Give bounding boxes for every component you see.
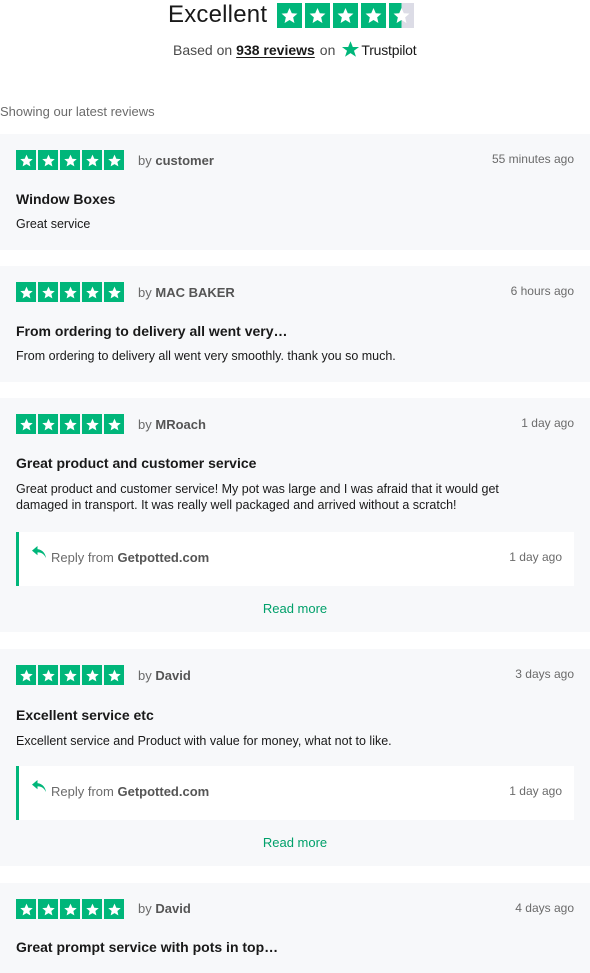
by-prefix: by	[138, 285, 152, 300]
star-icon	[16, 665, 36, 685]
trustpilot-logo[interactable]: Trustpilot	[341, 40, 417, 59]
review-text: Great service	[16, 217, 91, 231]
star-icon	[16, 899, 36, 919]
reply-company: Getpotted.com	[117, 550, 210, 565]
rating-summary: Excellent	[168, 1, 415, 28]
overall-star-rating	[277, 2, 415, 28]
reply-company: Getpotted.com	[117, 784, 210, 799]
review-card: by customer 55 minutes ago Window Boxes …	[0, 134, 590, 250]
trustpilot-summary: Excellent Based on 938 reviews on Trustp…	[0, 0, 590, 70]
star-icon	[38, 414, 58, 434]
review-text: From ordering to delivery all went very …	[16, 349, 396, 363]
star-icon	[16, 282, 36, 302]
star-icon	[60, 282, 80, 302]
review-count-link[interactable]: 938 reviews	[236, 42, 315, 58]
review-time: 4 days ago	[515, 901, 574, 915]
review-star-rating	[16, 282, 124, 302]
star-icon	[60, 899, 80, 919]
review-card: by MRoach 1 day ago Great product and cu…	[0, 398, 590, 632]
by-prefix: by	[138, 417, 152, 432]
rating-word: Excellent	[168, 1, 268, 28]
by-prefix: by	[138, 153, 152, 168]
star-icon	[38, 282, 58, 302]
review-card: by David 3 days ago Excellent service et…	[0, 649, 590, 866]
star-icon	[104, 665, 124, 685]
reply-time: 1 day ago	[509, 784, 562, 798]
star-icon	[38, 899, 58, 919]
by-prefix: by	[138, 901, 152, 916]
star-icon	[16, 150, 36, 170]
star-icon	[38, 665, 58, 685]
author-name: MAC BAKER	[155, 285, 235, 300]
trustpilot-star-icon	[342, 41, 360, 57]
author-name: David	[155, 668, 191, 683]
star-icon	[333, 2, 359, 28]
review-title[interactable]: Great prompt service with pots in top…	[16, 939, 278, 955]
half-star-icon	[389, 2, 415, 28]
star-icon	[104, 282, 124, 302]
reply-from-label: Reply from Getpotted.com	[51, 784, 209, 799]
reply-time: 1 day ago	[509, 550, 562, 564]
company-reply[interactable]: Reply from Getpotted.com 1 day ago	[16, 766, 574, 820]
star-icon	[104, 150, 124, 170]
based-on-prefix: Based on	[173, 41, 233, 58]
reply-prefix: Reply from	[51, 784, 114, 799]
author-name: David	[155, 901, 191, 916]
star-icon	[16, 414, 36, 434]
author-name: customer	[155, 153, 214, 168]
star-icon	[82, 899, 102, 919]
review-author: by David	[138, 668, 191, 683]
review-author: by MAC BAKER	[138, 285, 235, 300]
review-text: Great product and customer service! My p…	[16, 482, 499, 512]
star-icon	[60, 414, 80, 434]
review-text: Excellent service and Product with value…	[16, 734, 392, 748]
review-title[interactable]: From ordering to delivery all went very…	[16, 323, 288, 339]
review-time: 1 day ago	[521, 416, 574, 430]
star-icon	[82, 665, 102, 685]
star-icon	[277, 2, 303, 28]
review-author: by MRoach	[138, 417, 206, 432]
star-icon	[361, 2, 387, 28]
review-time: 3 days ago	[515, 667, 574, 681]
company-reply[interactable]: Reply from Getpotted.com 1 day ago	[16, 532, 574, 586]
on-word: on	[319, 41, 336, 58]
star-icon	[38, 150, 58, 170]
review-time: 6 hours ago	[510, 284, 574, 298]
author-name: MRoach	[155, 417, 206, 432]
read-more-link[interactable]: Read more	[0, 601, 590, 616]
star-icon	[305, 2, 331, 28]
review-time: 55 minutes ago	[491, 152, 574, 166]
review-star-rating	[16, 665, 124, 685]
review-star-rating	[16, 899, 124, 919]
star-icon	[82, 150, 102, 170]
review-author: by David	[138, 901, 191, 916]
reply-arrow-icon	[32, 546, 46, 558]
review-title[interactable]: Excellent service etc	[16, 707, 154, 723]
star-icon	[82, 282, 102, 302]
review-title[interactable]: Window Boxes	[16, 191, 115, 207]
review-star-rating	[16, 150, 124, 170]
review-title[interactable]: Great product and customer service	[16, 455, 256, 471]
trustpilot-brand-name: Trustpilot	[361, 41, 417, 58]
review-card: by MAC BAKER 6 hours ago From ordering t…	[0, 266, 590, 382]
review-star-rating	[16, 414, 124, 434]
reply-prefix: Reply from	[51, 550, 114, 565]
star-icon	[104, 899, 124, 919]
reviews-list-heading: Showing our latest reviews	[0, 104, 155, 119]
read-more-link[interactable]: Read more	[0, 835, 590, 850]
review-card: by David 4 days ago Great prompt service…	[0, 883, 590, 973]
reply-arrow-icon	[32, 780, 46, 792]
star-icon	[104, 414, 124, 434]
star-icon	[82, 414, 102, 434]
reply-from-label: Reply from Getpotted.com	[51, 550, 209, 565]
review-author: by customer	[138, 153, 214, 168]
star-icon	[60, 665, 80, 685]
based-on-line: Based on 938 reviews on Trustpilot	[173, 40, 417, 59]
by-prefix: by	[138, 668, 152, 683]
star-icon	[60, 150, 80, 170]
